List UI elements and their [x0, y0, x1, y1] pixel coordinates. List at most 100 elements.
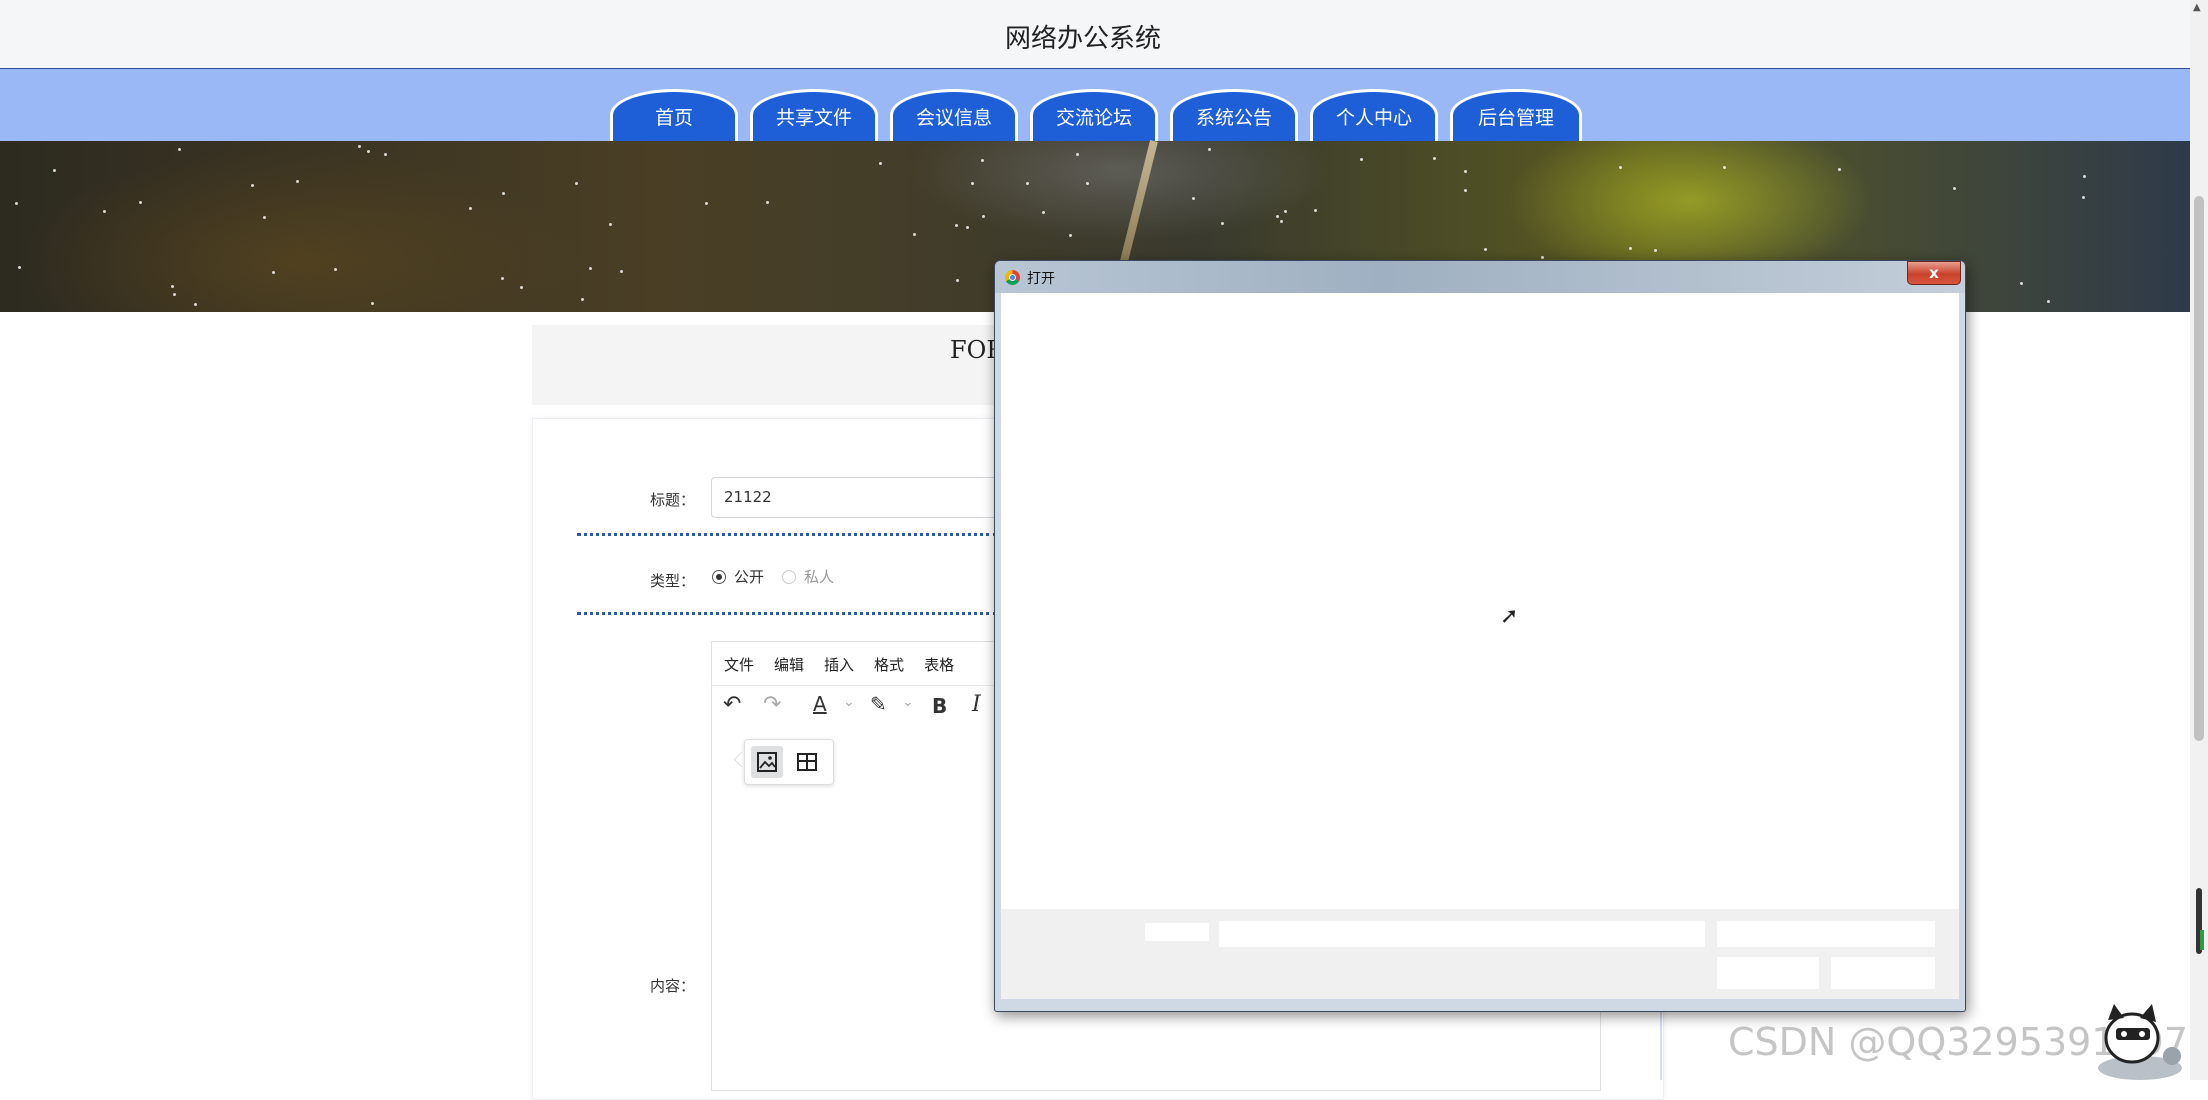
table-icon[interactable]	[791, 746, 823, 778]
menu-edit[interactable]: 编辑	[774, 654, 804, 675]
chevron-down-icon[interactable]: ⌄	[843, 694, 855, 710]
image-icon[interactable]	[751, 746, 783, 778]
banner-star	[982, 215, 985, 218]
banner-star	[367, 150, 370, 153]
banner-star	[1629, 247, 1632, 250]
radio-private-label[interactable]: 私人	[804, 566, 834, 587]
bold-icon[interactable]: B	[932, 694, 947, 718]
banner-star	[1433, 157, 1436, 160]
banner-star	[501, 277, 504, 280]
banner-star	[1464, 170, 1467, 173]
banner-star	[18, 266, 21, 269]
banner-star	[1076, 153, 1079, 156]
menu-table[interactable]: 表格	[924, 654, 954, 675]
menu-file[interactable]: 文件	[724, 654, 754, 675]
banner-star	[609, 223, 612, 226]
banner-star	[1192, 197, 1195, 200]
banner-star	[1069, 234, 1072, 237]
banner-star	[1284, 210, 1287, 213]
banner-star	[103, 210, 106, 213]
banner-star	[956, 279, 959, 282]
banner-star	[1221, 222, 1224, 225]
toolbar-divider	[711, 685, 996, 686]
chrome-icon	[1005, 270, 1020, 285]
undo-icon[interactable]: ↶	[723, 692, 741, 717]
dialog-titlebar[interactable]	[995, 261, 1965, 293]
cancel-button[interactable]	[1831, 957, 1935, 989]
dialog-close-button[interactable]: x	[1907, 261, 1961, 285]
nav-tab-profile[interactable]: 个人中心	[1310, 89, 1438, 141]
radio-private[interactable]	[782, 569, 797, 584]
nav-tab-forum[interactable]: 交流论坛	[1030, 89, 1158, 141]
banner-star	[2047, 300, 2050, 303]
filename-input[interactable]	[1219, 921, 1705, 947]
quick-insert-popup	[744, 739, 834, 785]
nav-tab-home[interactable]: 首页	[610, 89, 738, 141]
italic-icon[interactable]: I	[972, 692, 981, 717]
banner-star	[1280, 220, 1283, 223]
banner-star	[139, 201, 142, 204]
banner-star	[178, 148, 181, 151]
redo-icon[interactable]: ↷	[763, 692, 781, 717]
banner-star	[2082, 196, 2085, 199]
banner-star	[1541, 256, 1544, 259]
banner-star	[1026, 182, 1029, 185]
banner-star	[2083, 175, 2086, 178]
banner-star	[1042, 211, 1045, 214]
banner-star	[879, 162, 882, 165]
banner-star	[1208, 148, 1211, 151]
scroll-thumb[interactable]	[2194, 196, 2204, 741]
banner-star	[263, 216, 266, 219]
banner-star	[371, 302, 374, 305]
banner-star	[1484, 248, 1487, 251]
radio-public-label[interactable]: 公开	[734, 566, 764, 587]
banner-star	[1314, 209, 1317, 212]
banner-star	[358, 145, 361, 148]
scroll-up-arrow-icon[interactable]: ▲	[2193, 2, 2201, 13]
highlight-icon[interactable]: ✎	[870, 692, 887, 716]
nav-tab-admin[interactable]: 后台管理	[1450, 89, 1582, 141]
dialog-footer	[1001, 909, 1959, 999]
divider	[577, 612, 997, 615]
banner-star	[173, 293, 176, 296]
radio-public[interactable]	[712, 569, 726, 584]
site-title: 网络办公系统	[1004, 24, 1161, 54]
dialog-body	[1001, 293, 1959, 999]
banner-star	[1654, 249, 1657, 252]
banner-star	[1464, 189, 1467, 192]
filename-label-placeholder	[1145, 923, 1209, 941]
mouse-cursor-icon: ➚	[1500, 604, 1519, 629]
editor-menubar: 文件 编辑 插入 格式 表格	[724, 654, 954, 675]
nav-tab-meetings[interactable]: 会议信息	[890, 89, 1018, 141]
banner-star	[15, 202, 18, 205]
banner-star	[334, 268, 337, 271]
file-open-dialog: 打开 x	[994, 260, 1966, 1012]
banner-star	[966, 226, 969, 229]
banner-star	[1838, 168, 1841, 171]
open-button[interactable]	[1717, 957, 1819, 989]
text-color-icon[interactable]: A	[813, 692, 827, 716]
divider	[577, 533, 997, 536]
banner-star	[766, 201, 769, 204]
banner-star	[251, 184, 254, 187]
menu-format[interactable]: 格式	[874, 654, 904, 675]
type-radio-group: 公开 私人	[712, 566, 834, 587]
banner-star	[913, 233, 916, 236]
form-edge	[1660, 1010, 1662, 1080]
type-label: 类型：	[649, 572, 695, 590]
banner-star	[53, 169, 56, 172]
nav-tabs: 首页 共享文件 会议信息 交流论坛 系统公告 个人中心 后台管理	[610, 89, 1582, 141]
chevron-down-icon[interactable]: ⌄	[902, 694, 914, 710]
file-type-select[interactable]	[1717, 921, 1935, 947]
banner-star	[981, 159, 984, 162]
menu-insert[interactable]: 插入	[824, 654, 854, 675]
banner-star	[520, 286, 523, 289]
banner-star	[2020, 282, 2023, 285]
dialog-title: 打开	[1027, 271, 1055, 287]
banner-star	[971, 182, 974, 185]
banner-star	[272, 271, 275, 274]
nav-tab-shared-files[interactable]: 共享文件	[750, 89, 878, 141]
banner-star	[1360, 158, 1363, 161]
nav-tab-announcements[interactable]: 系统公告	[1170, 89, 1298, 141]
banner-star	[1953, 187, 1956, 190]
